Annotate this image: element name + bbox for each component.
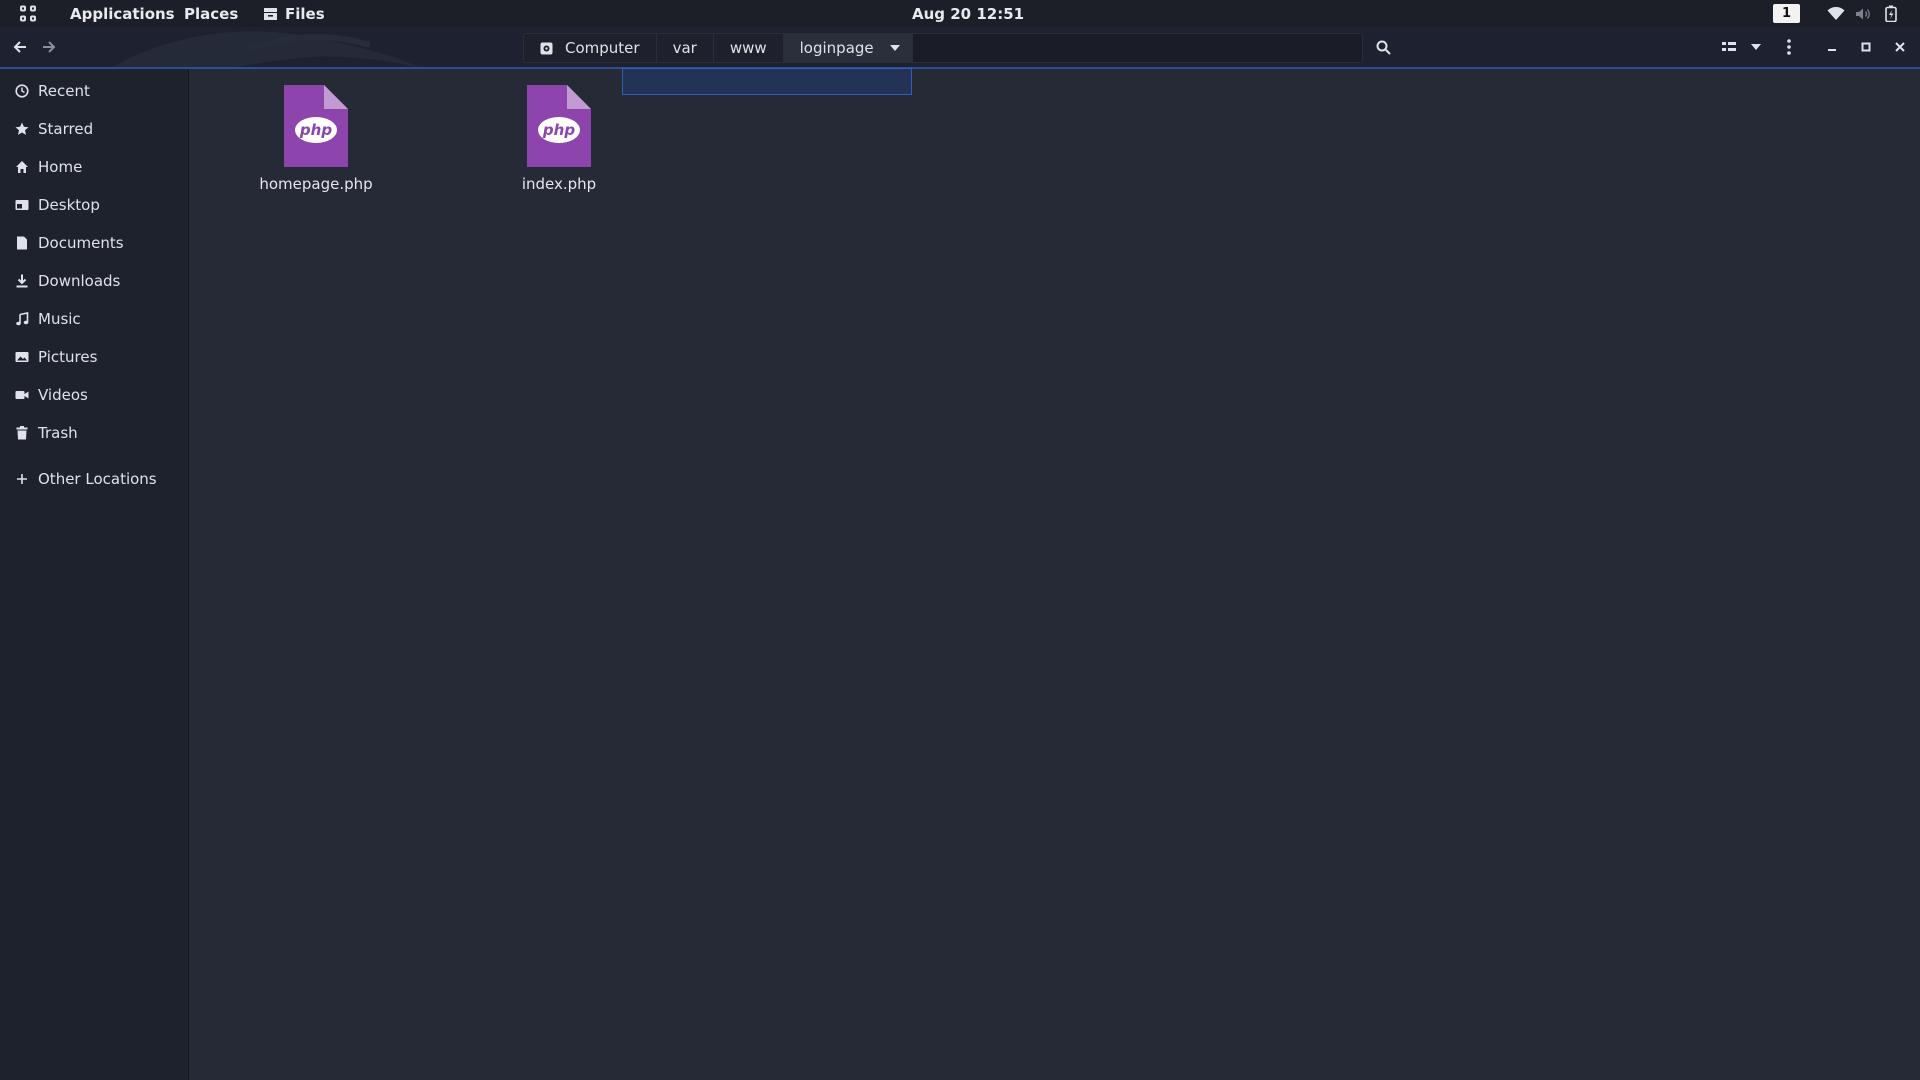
music-icon	[14, 311, 30, 327]
sidebar-item-label: Videos	[38, 386, 88, 404]
sidebar-item-documents[interactable]: Documents	[0, 227, 188, 259]
php-file-icon: php	[527, 85, 591, 167]
sidebar-item-trash[interactable]: Trash	[0, 417, 188, 449]
search-icon	[1376, 40, 1391, 55]
php-file-icon: php	[284, 85, 348, 167]
path-bar: Computer var www loginpage	[523, 33, 1363, 63]
list-view-icon	[1722, 41, 1736, 53]
clock-datetime[interactable]: Aug 20 12:51	[912, 0, 1024, 27]
app-grid-icon[interactable]	[19, 0, 39, 27]
applications-menu[interactable]: Applications	[70, 0, 175, 27]
volume-muted-icon[interactable]	[1855, 0, 1873, 27]
sidebar-item-videos[interactable]: Videos	[0, 379, 188, 411]
crumb-www[interactable]: www	[713, 34, 784, 62]
crumb-label: Computer	[565, 39, 640, 57]
plus-icon	[14, 471, 30, 487]
view-toggle-button[interactable]	[1715, 33, 1743, 61]
sidebar-item-home[interactable]: Home	[0, 151, 188, 183]
back-button[interactable]	[6, 33, 34, 61]
sidebar-item-label: Recent	[38, 82, 90, 100]
sidebar-item-label: Other Locations	[38, 470, 157, 488]
sidebar-item-starred[interactable]: Starred	[0, 113, 188, 145]
sidebar-item-label: Downloads	[38, 272, 121, 290]
svg-text:php: php	[299, 121, 332, 139]
desktop-icon	[14, 197, 30, 213]
crumb-var[interactable]: var	[656, 34, 714, 62]
sidebar-item-recent[interactable]: Recent	[0, 75, 188, 107]
sidebar-item-music[interactable]: Music	[0, 303, 188, 335]
file-item-homepage-php[interactable]: php homepage.php	[251, 85, 381, 193]
files-cabinet-icon	[263, 7, 278, 21]
dragon-watermark-icon	[112, 31, 418, 67]
sidebar-item-downloads[interactable]: Downloads	[0, 265, 188, 297]
sidebar-item-desktop[interactable]: Desktop	[0, 189, 188, 221]
clock-icon	[14, 83, 30, 99]
crumb-loginpage[interactable]: loginpage	[783, 34, 913, 62]
files-app-label: Files	[285, 4, 325, 23]
trash-icon	[14, 425, 30, 441]
menu-button[interactable]	[1776, 33, 1802, 61]
close-icon	[1895, 42, 1905, 52]
places-sidebar: Recent Starred Home Desktop Documents Do…	[0, 69, 189, 1080]
drive-icon	[540, 42, 553, 55]
sidebar-item-label: Starred	[38, 120, 94, 138]
crumb-label: var	[672, 39, 697, 57]
header-bar: Computer var www loginpage	[0, 27, 1920, 69]
wifi-icon[interactable]	[1827, 0, 1845, 27]
sidebar-item-label: Desktop	[38, 196, 100, 214]
search-button[interactable]	[1368, 33, 1398, 61]
minimize-icon	[1827, 42, 1837, 52]
battery-icon[interactable]	[1885, 0, 1897, 27]
rubber-band-selection	[622, 68, 912, 95]
sidebar-item-label: Music	[38, 310, 81, 328]
crumb-label: loginpage	[799, 39, 874, 57]
file-view[interactable]: php homepage.php php index.php	[189, 69, 1920, 1080]
maximize-button[interactable]	[1852, 33, 1880, 61]
crumb-computer[interactable]: Computer	[524, 34, 657, 62]
close-button[interactable]	[1886, 33, 1914, 61]
sidebar-item-other-locations[interactable]: Other Locations	[0, 463, 188, 495]
document-icon	[14, 235, 30, 251]
file-item-index-php[interactable]: php index.php	[494, 85, 624, 193]
forward-button[interactable]	[35, 33, 63, 61]
download-icon	[14, 273, 30, 289]
file-name: index.php	[521, 175, 597, 193]
chevron-down-icon	[889, 45, 900, 51]
crumb-label: www	[729, 39, 767, 57]
home-icon	[14, 159, 30, 175]
workspace-indicator[interactable]: 1	[1773, 0, 1800, 27]
arrow-left-icon	[12, 39, 28, 55]
chevron-down-icon	[1751, 44, 1761, 50]
sidebar-item-pictures[interactable]: Pictures	[0, 341, 188, 373]
sidebar-item-label: Home	[38, 158, 83, 176]
sidebar-item-label: Trash	[38, 424, 78, 442]
svg-text:php: php	[542, 121, 575, 139]
view-options-button[interactable]	[1744, 33, 1768, 61]
kebab-menu-icon	[1787, 39, 1791, 55]
top-panel: Applications Places Files Aug 20 12:51 1	[0, 0, 1920, 27]
star-icon	[14, 121, 30, 137]
places-menu[interactable]: Places	[184, 0, 238, 27]
arrow-right-icon	[41, 39, 57, 55]
minimize-button[interactable]	[1818, 33, 1846, 61]
video-icon	[14, 387, 30, 403]
picture-icon	[14, 349, 30, 365]
file-name: homepage.php	[259, 175, 373, 193]
sidebar-item-label: Pictures	[38, 348, 98, 366]
files-app-menu[interactable]: Files	[263, 0, 325, 27]
maximize-icon	[1861, 42, 1871, 52]
sidebar-item-label: Documents	[38, 234, 124, 252]
workspace-number: 1	[1773, 4, 1800, 23]
